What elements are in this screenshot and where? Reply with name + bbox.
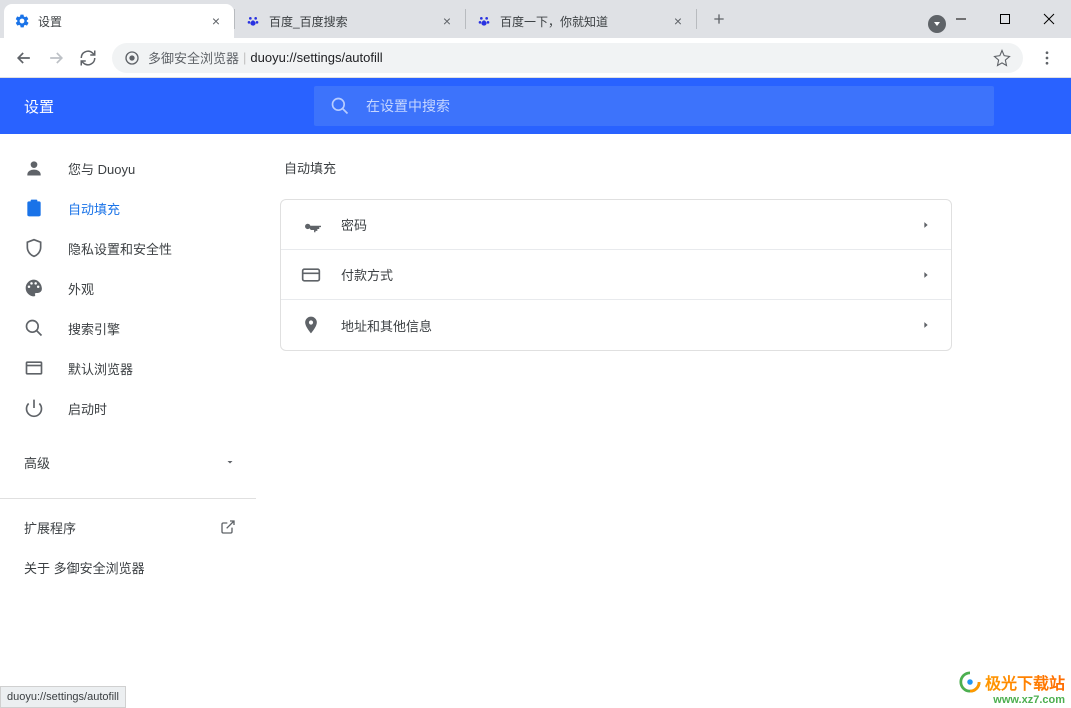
sidebar-item-search-engine[interactable]: 搜索引擎 xyxy=(0,308,256,348)
card-icon xyxy=(301,265,321,285)
chevron-right-icon xyxy=(921,270,931,280)
sidebar-item-label: 关于 多御安全浏览器 xyxy=(24,558,145,577)
tab-baidu-home[interactable]: 百度一下，你就知道 × xyxy=(466,4,696,38)
chevron-right-icon xyxy=(921,320,931,330)
window-icon xyxy=(24,358,44,378)
sidebar-item-extensions[interactable]: 扩展程序 xyxy=(0,507,256,547)
sidebar-item-you-and-duoyu[interactable]: 您与 Duoyu xyxy=(0,148,256,188)
baidu-icon xyxy=(476,13,492,29)
autofill-card: 密码 付款方式 地址和其他信息 xyxy=(280,199,952,351)
main-layout: 您与 Duoyu 自动填充 隐私设置和安全性 外观 搜索引擎 xyxy=(0,134,1071,708)
magnify-icon xyxy=(24,318,44,338)
site-info-icon[interactable] xyxy=(124,50,140,66)
sidebar-item-label: 隐私设置和安全性 xyxy=(68,239,172,258)
forward-button[interactable] xyxy=(40,42,72,74)
row-payment-methods[interactable]: 付款方式 xyxy=(281,250,951,300)
power-icon xyxy=(24,398,44,418)
tab-baidu-search[interactable]: 百度_百度搜索 × xyxy=(235,4,465,38)
row-label: 付款方式 xyxy=(341,265,921,284)
sidebar-item-on-startup[interactable]: 启动时 xyxy=(0,388,256,428)
settings-sidebar: 您与 Duoyu 自动填充 隐私设置和安全性 外观 搜索引擎 xyxy=(0,134,256,708)
close-icon[interactable]: × xyxy=(439,13,455,29)
settings-content: 自动填充 密码 付款方式 xyxy=(256,134,976,708)
reload-button[interactable] xyxy=(72,42,104,74)
search-placeholder: 在设置中搜索 xyxy=(366,96,450,116)
page-title: 设置 xyxy=(24,96,54,117)
sidebar-item-label: 启动时 xyxy=(68,399,107,418)
sidebar-item-label: 高级 xyxy=(24,453,50,472)
tab-title: 百度_百度搜索 xyxy=(269,13,433,30)
close-icon[interactable]: × xyxy=(670,13,686,29)
maximize-button[interactable] xyxy=(983,4,1027,34)
row-addresses[interactable]: 地址和其他信息 xyxy=(281,300,951,350)
tab-title: 设置 xyxy=(38,13,202,30)
sidebar-item-autofill[interactable]: 自动填充 xyxy=(0,188,256,228)
site-label: 多御安全浏览器 xyxy=(148,48,239,67)
row-label: 密码 xyxy=(341,215,921,234)
minimize-button[interactable] xyxy=(939,4,983,34)
clipboard-icon xyxy=(24,198,44,218)
settings-search-input[interactable]: 在设置中搜索 xyxy=(314,86,994,126)
location-icon xyxy=(301,315,321,335)
palette-icon xyxy=(24,278,44,298)
address-separator: | xyxy=(243,50,246,65)
row-label: 地址和其他信息 xyxy=(341,316,921,335)
new-tab-button[interactable] xyxy=(705,5,733,33)
status-bar: duoyu://settings/autofill xyxy=(0,686,126,708)
chevron-right-icon xyxy=(921,220,931,230)
close-icon[interactable]: × xyxy=(208,13,224,29)
watermark: 极光下载站 www.xz7.com xyxy=(959,670,1065,706)
sidebar-item-default-browser[interactable]: 默认浏览器 xyxy=(0,348,256,388)
address-bar[interactable]: 多御安全浏览器 | duoyu://settings/autofill xyxy=(112,43,1023,73)
watermark-url: www.xz7.com xyxy=(959,694,1065,706)
external-link-icon xyxy=(220,519,236,535)
bookmark-button[interactable] xyxy=(993,49,1011,67)
sidebar-item-privacy[interactable]: 隐私设置和安全性 xyxy=(0,228,256,268)
sidebar-item-label: 扩展程序 xyxy=(24,518,76,537)
section-title: 自动填充 xyxy=(284,158,952,177)
watermark-logo-icon xyxy=(959,671,981,693)
tab-separator xyxy=(696,9,697,29)
sidebar-item-label: 您与 Duoyu xyxy=(68,159,135,178)
search-icon xyxy=(330,96,350,116)
watermark-text: 极光下载站 xyxy=(985,670,1065,694)
settings-header: 设置 在设置中搜索 xyxy=(0,78,1071,134)
sidebar-item-label: 默认浏览器 xyxy=(68,359,133,378)
baidu-icon xyxy=(245,13,261,29)
close-window-button[interactable] xyxy=(1027,4,1071,34)
tab-settings[interactable]: 设置 × xyxy=(4,4,234,38)
sidebar-item-appearance[interactable]: 外观 xyxy=(0,268,256,308)
sidebar-item-about[interactable]: 关于 多御安全浏览器 xyxy=(0,547,256,587)
tab-title: 百度一下，你就知道 xyxy=(500,13,664,30)
person-icon xyxy=(24,158,44,178)
row-passwords[interactable]: 密码 xyxy=(281,200,951,250)
sidebar-item-label: 外观 xyxy=(68,279,94,298)
back-button[interactable] xyxy=(8,42,40,74)
key-icon xyxy=(301,215,321,235)
gear-icon xyxy=(14,13,30,29)
sidebar-item-label: 搜索引擎 xyxy=(68,319,120,338)
sidebar-item-advanced[interactable]: 高级 xyxy=(0,442,256,482)
browser-toolbar: 多御安全浏览器 | duoyu://settings/autofill xyxy=(0,38,1071,78)
menu-button[interactable] xyxy=(1031,42,1063,74)
status-text: duoyu://settings/autofill xyxy=(7,691,119,703)
sidebar-item-label: 自动填充 xyxy=(68,199,120,218)
window-controls xyxy=(939,0,1071,38)
sidebar-divider xyxy=(0,498,256,499)
shield-icon xyxy=(24,238,44,258)
url-text: duoyu://settings/autofill xyxy=(250,50,382,65)
tab-strip: 设置 × 百度_百度搜索 × 百度一下，你就知道 × xyxy=(0,0,1071,38)
chevron-down-icon xyxy=(224,456,236,468)
